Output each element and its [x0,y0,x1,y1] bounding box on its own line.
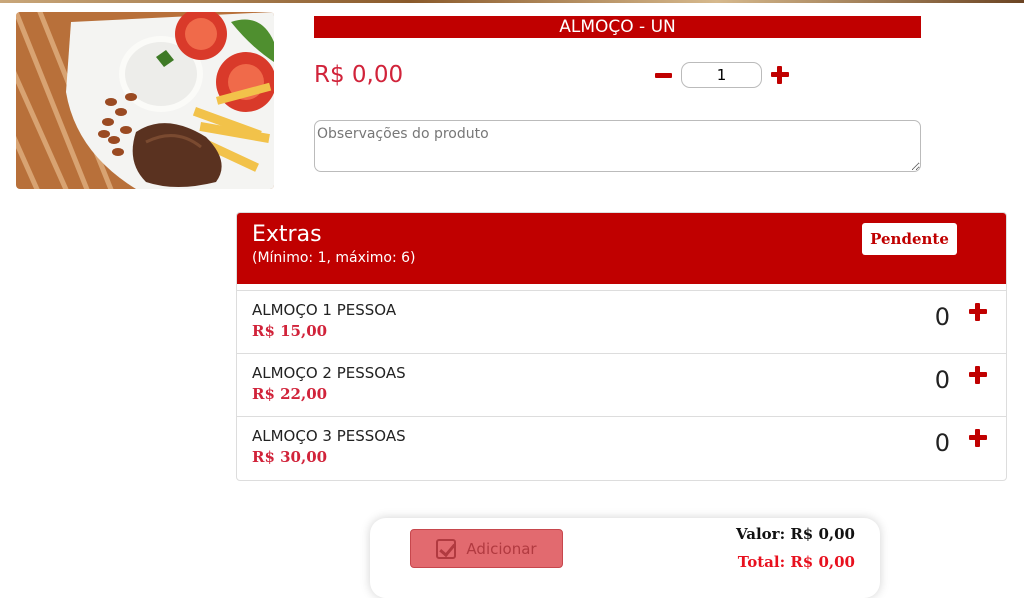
add-extra-button[interactable] [969,303,987,321]
decrease-quantity-button[interactable] [652,64,674,86]
plus-icon [969,429,987,447]
extra-item-count: 0 [934,303,950,331]
total-value: Total: R$ 0,00 [737,553,855,571]
quantity-stepper [652,60,791,90]
extra-item-price: R$ 15,00 [252,322,328,340]
observations-field[interactable] [314,120,921,172]
extra-item-price: R$ 30,00 [252,448,328,466]
extra-item-name: ALMOÇO 1 PESSOA [252,301,397,319]
extra-item-count: 0 [934,429,950,457]
plus-icon [969,366,987,384]
extra-item-name: ALMOÇO 3 PESSOAS [252,427,406,445]
add-button-label: Adicionar [466,539,537,558]
status-badge: Pendente [862,223,957,255]
extra-item: ALMOÇO 3 PESSOAS R$ 30,00 0 [237,416,1006,479]
extra-item-name: ALMOÇO 2 PESSOAS [252,364,406,382]
extras-panel: Extras (Mínimo: 1, máximo: 6) Pendente A… [236,212,1007,481]
extras-limits: (Mínimo: 1, máximo: 6) [252,250,416,266]
quantity-input[interactable] [681,62,762,88]
extra-item-price: R$ 22,00 [252,385,328,403]
product-image [16,12,274,189]
minus-icon [654,72,672,78]
extra-item: ALMOÇO 2 PESSOAS R$ 22,00 0 [237,353,1006,416]
order-footer: Adicionar Valor: R$ 0,00 Total: R$ 0,00 [370,518,880,598]
subtotal-value: Valor: R$ 0,00 [735,525,855,543]
check-square-icon [436,538,457,559]
add-to-cart-button[interactable]: Adicionar [410,529,563,568]
extra-item-count: 0 [934,366,950,394]
increase-quantity-button[interactable] [769,64,791,86]
add-extra-button[interactable] [969,429,987,447]
extras-header: Extras (Mínimo: 1, máximo: 6) Pendente [237,213,1006,284]
add-extra-button[interactable] [969,366,987,384]
extras-title: Extras [252,222,322,247]
product-price: R$ 0,00 [314,62,404,88]
top-banner-strip [0,0,1024,3]
product-title: ALMOÇO - UN [314,16,921,38]
plus-icon [771,66,789,84]
plus-icon [969,303,987,321]
extra-item: ALMOÇO 1 PESSOA R$ 15,00 0 [237,290,1006,353]
